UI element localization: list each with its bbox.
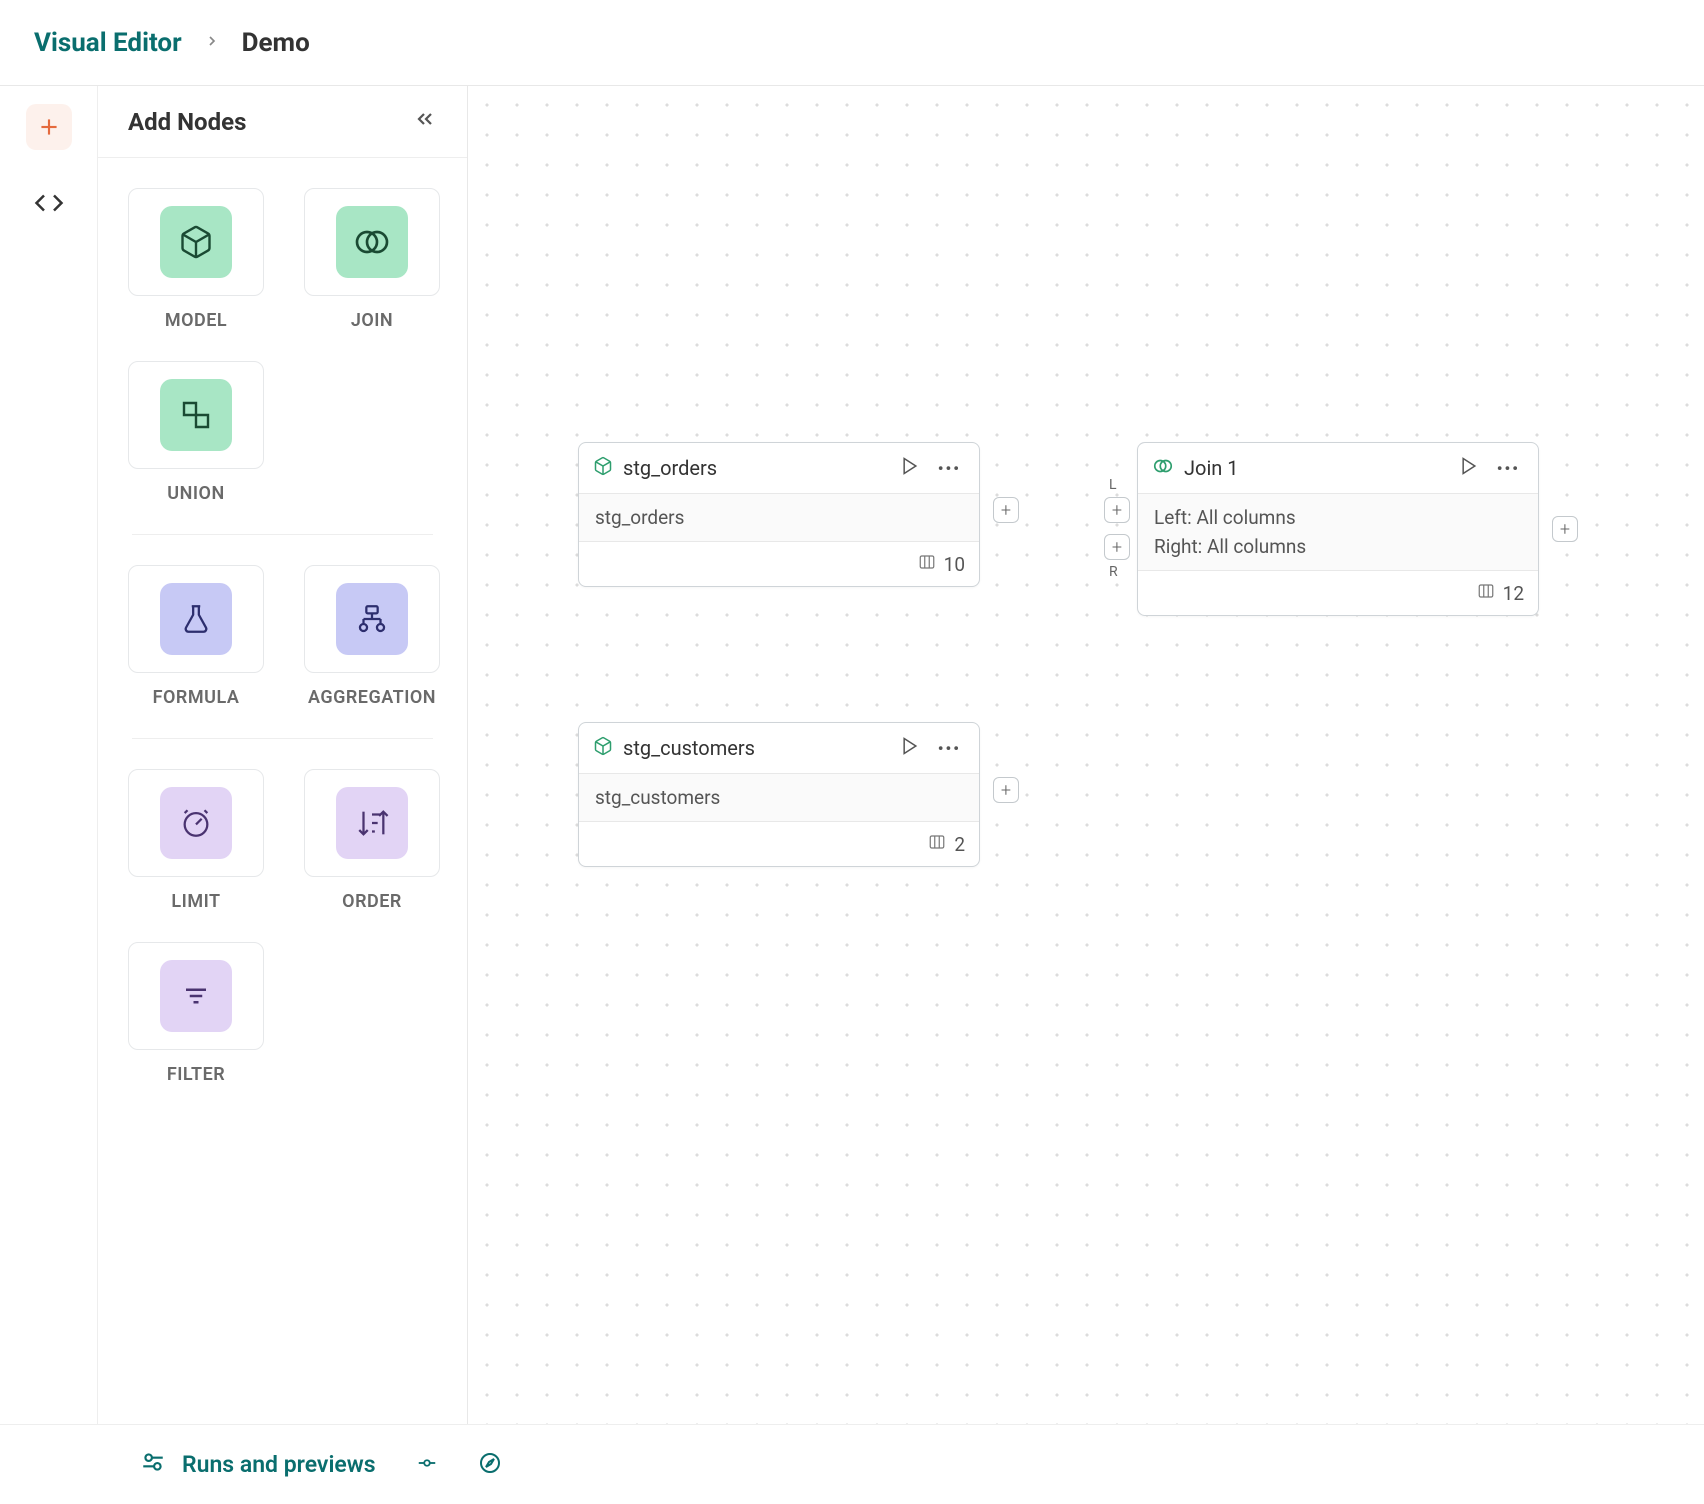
node-type-order[interactable]: [304, 769, 440, 877]
divider: [132, 738, 433, 739]
aggregation-icon: [336, 583, 408, 655]
union-icon: [160, 379, 232, 451]
input-port-left[interactable]: +: [1104, 497, 1130, 523]
node-type-limit[interactable]: [128, 769, 264, 877]
run-node-button[interactable]: [1455, 452, 1483, 484]
footer: Runs and previews: [0, 1424, 1704, 1504]
column-count: 12: [1503, 582, 1524, 605]
node-type-filter[interactable]: [128, 942, 264, 1050]
runs-icon: [140, 1449, 166, 1481]
output-port[interactable]: +: [1552, 516, 1578, 542]
node-type-join[interactable]: [304, 188, 440, 296]
add-nodes-panel: Add Nodes MODEL: [98, 86, 468, 1424]
run-node-button[interactable]: [896, 452, 924, 484]
cube-icon: [593, 456, 613, 480]
cube-icon: [160, 206, 232, 278]
code-view-button[interactable]: code: [26, 180, 72, 226]
node-menu-button[interactable]: •••: [934, 455, 965, 482]
node-type-formula[interactable]: [128, 565, 264, 673]
flask-icon: [160, 583, 232, 655]
run-node-button[interactable]: [896, 732, 924, 764]
node-menu-button[interactable]: •••: [934, 735, 965, 762]
columns-icon: [1477, 582, 1495, 605]
node-label: LIMIT: [171, 891, 220, 912]
output-port[interactable]: +: [993, 497, 1019, 523]
node-body: Left: All columns Right: All columns: [1138, 493, 1538, 571]
port-label: L: [1109, 477, 1117, 493]
node-type-model[interactable]: [128, 188, 264, 296]
compass-icon[interactable]: [478, 1451, 502, 1479]
node-type-aggregation[interactable]: [304, 565, 440, 673]
gauge-icon: [160, 787, 232, 859]
add-button[interactable]: [26, 104, 72, 150]
columns-icon: [918, 553, 936, 576]
runs-and-previews-button[interactable]: Runs and previews: [140, 1449, 376, 1481]
cube-icon: [593, 736, 613, 760]
canvas-node-join-1[interactable]: Join 1 ••• Left: All columns Right: All …: [1137, 442, 1539, 616]
canvas-node-stg-orders[interactable]: stg_orders ••• stg_orders 10: [578, 442, 980, 587]
node-title: stg_orders: [623, 456, 886, 480]
columns-icon: [928, 833, 946, 856]
node-type-union[interactable]: [128, 361, 264, 469]
breadcrumb-leaf: Demo: [242, 28, 310, 58]
divider: [132, 534, 433, 535]
node-menu-button[interactable]: •••: [1493, 455, 1524, 482]
port-label: R: [1109, 564, 1118, 580]
breadcrumb: Visual Editor Demo: [0, 0, 1704, 86]
panel-title: Add Nodes: [128, 108, 246, 136]
node-title: Join 1: [1184, 456, 1445, 480]
tool-rail: code: [0, 86, 98, 1424]
node-label: MODEL: [165, 310, 227, 331]
node-label: ORDER: [342, 891, 402, 912]
sort-icon: [336, 787, 408, 859]
node-label: JOIN: [351, 310, 393, 331]
node-label: UNION: [167, 483, 224, 504]
venn-icon: [336, 206, 408, 278]
chevron-right-icon: [204, 33, 220, 53]
column-count: 10: [944, 553, 965, 576]
breadcrumb-root[interactable]: Visual Editor: [34, 28, 182, 58]
input-port-right[interactable]: +: [1104, 534, 1130, 560]
filter-icon: [160, 960, 232, 1032]
venn-icon: [1152, 455, 1174, 481]
node-body: stg_customers: [579, 773, 979, 822]
node-title: stg_customers: [623, 736, 886, 760]
commit-icon[interactable]: [416, 1452, 438, 1478]
canvas-node-stg-customers[interactable]: stg_customers ••• stg_customers 2: [578, 722, 980, 867]
collapse-panel-button[interactable]: [413, 107, 437, 137]
node-label: FORMULA: [153, 687, 240, 708]
canvas[interactable]: stg_orders ••• stg_orders 10 +: [468, 86, 1704, 1424]
output-port[interactable]: +: [993, 777, 1019, 803]
node-label: FILTER: [167, 1064, 225, 1085]
node-label: AGGREGATION: [308, 687, 436, 708]
node-body: stg_orders: [579, 493, 979, 542]
column-count: 2: [954, 833, 965, 856]
